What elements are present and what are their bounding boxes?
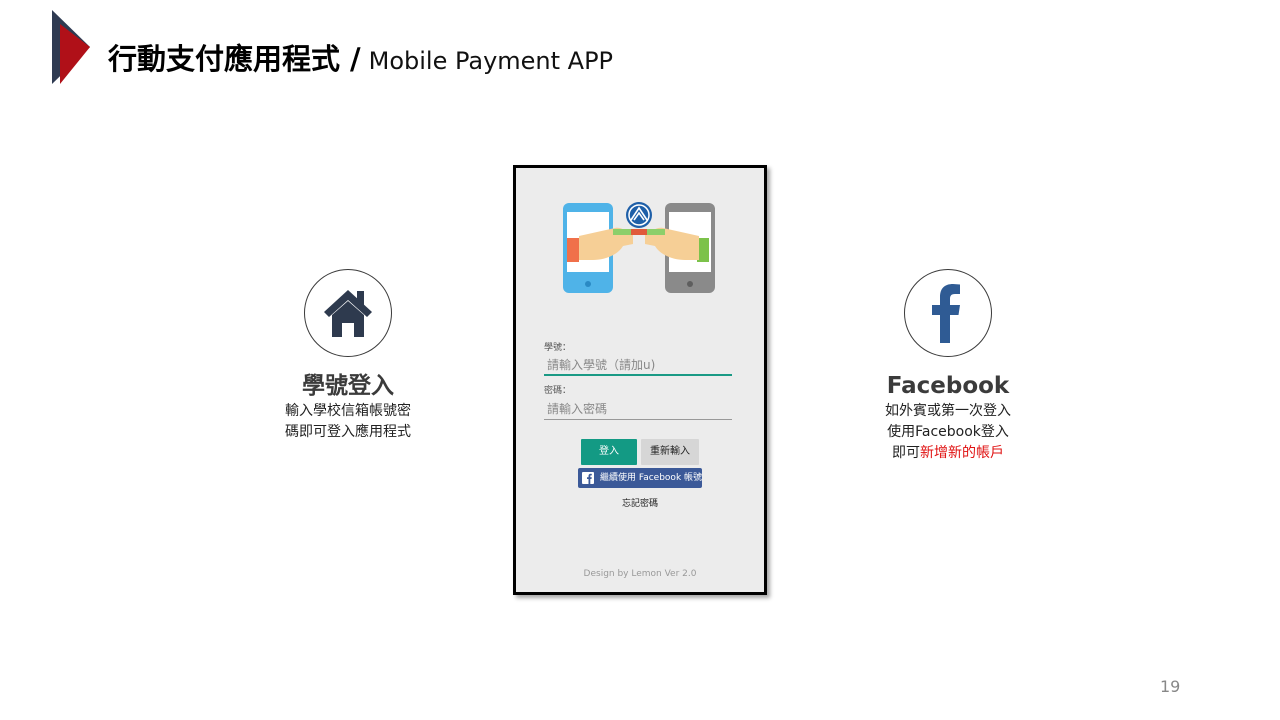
login-button[interactable]: 登入 — [581, 439, 637, 465]
student-id-input[interactable]: 請輸入學號（請加u) — [544, 356, 732, 376]
facebook-icon — [932, 284, 960, 343]
description-prefix: 即可 — [892, 445, 920, 461]
feature-description-line: 如外賓或第一次登入 — [885, 403, 1011, 419]
facebook-icon-circle — [904, 269, 992, 357]
feature-title: Facebook — [886, 373, 1010, 399]
feature-student-login: 學號登入 輸入學校信箱帳號密 碼即可登入應用程式 — [262, 269, 434, 443]
payment-illustration — [563, 202, 715, 293]
feature-description-line: 使用Facebook登入 — [887, 424, 1009, 440]
feature-description-line: 碼即可登入應用程式 — [285, 424, 411, 440]
password-label: 密碼： — [544, 386, 572, 396]
feature-description-line: 輸入學校信箱帳號密 — [285, 403, 411, 419]
highlight-text: 新增新的帳戶 — [920, 445, 1004, 461]
password-input[interactable]: 請輸入密碼 — [544, 400, 732, 420]
reset-button[interactable]: 重新輸入 — [641, 439, 699, 465]
title-separator: / — [350, 42, 361, 76]
facebook-login-button[interactable]: 繼續使用 Facebook 帳號 — [578, 468, 702, 488]
feature-facebook-login: Facebook 如外賓或第一次登入 使用Facebook登入 即可新增新的帳戶 — [862, 269, 1034, 464]
title-arrow-decoration — [52, 10, 90, 84]
facebook-button-label: 繼續使用 Facebook 帳號 — [600, 473, 703, 483]
feature-title: 學號登入 — [302, 373, 394, 399]
feature-description-line: 即可新增新的帳戶 — [862, 443, 1034, 464]
student-id-label: 學號： — [544, 343, 572, 353]
app-credit: Design by Lemon Ver 2.0 — [583, 569, 697, 579]
page-number: 19 — [1160, 677, 1181, 696]
slide-title: 行動支付應用程式 / Mobile Payment APP — [108, 36, 613, 76]
title-chinese: 行動支付應用程式 — [108, 42, 341, 76]
home-icon-circle — [304, 269, 392, 357]
app-screenshot: 學號： 請輸入學號（請加u) 密碼： 請輸入密碼 登入 重新輸入 繼續使用 Fa… — [513, 165, 767, 595]
forgot-password-link[interactable]: 忘記密碼 — [516, 496, 764, 509]
home-icon — [324, 290, 372, 337]
facebook-small-icon — [582, 472, 594, 484]
title-english: Mobile Payment APP — [368, 47, 614, 75]
